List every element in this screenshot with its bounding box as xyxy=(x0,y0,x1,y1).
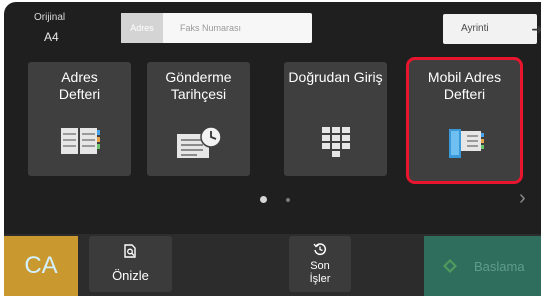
recent-jobs-label: Son İşler xyxy=(309,260,331,285)
address-button[interactable]: Adres xyxy=(121,13,163,43)
start-diamond-icon xyxy=(442,258,458,277)
tile-label: Mobil Adres Defteri xyxy=(427,69,502,102)
recent-jobs-button[interactable]: Son İşler xyxy=(289,236,351,292)
detail-button[interactable]: Ayrinti ➜ xyxy=(443,14,541,44)
tile-mobile-address-book[interactable]: Mobil Adres Defteri xyxy=(406,57,523,184)
tile-send-history[interactable]: Gönderme Tarihçesi xyxy=(147,62,250,176)
keypad-icon xyxy=(284,126,387,162)
tile-address-book[interactable]: Adres Defteri xyxy=(28,62,131,176)
start-button[interactable]: Baslama xyxy=(424,236,541,296)
fax-screen: Orijinal A4 Adres Ayrinti ➜ Adres Defter… xyxy=(4,2,541,296)
fax-number-input[interactable] xyxy=(163,13,312,43)
original-label: Orijinal xyxy=(34,12,66,23)
bottom-action-bar: CA Önizle Son İşler Baslama xyxy=(4,234,541,296)
mobile-address-book-icon xyxy=(409,126,520,162)
detail-label: Ayrinti xyxy=(461,23,489,34)
page-indicator-dot-active xyxy=(260,196,267,203)
page-indicator-dot xyxy=(286,198,290,202)
preview-button[interactable]: Önizle xyxy=(89,236,172,292)
tile-direct-entry[interactable]: Doğrudan Giriş xyxy=(284,62,387,176)
fax-destination-bar: Adres xyxy=(121,13,312,43)
send-history-icon xyxy=(147,126,250,162)
arrow-right-icon: ➜ xyxy=(531,21,541,37)
address-book-icon xyxy=(28,126,131,162)
preview-label: Önizle xyxy=(112,268,149,283)
start-label: Baslama xyxy=(474,259,525,274)
tile-label: Doğrudan Giriş xyxy=(288,69,383,85)
clear-all-button[interactable]: CA xyxy=(4,236,78,296)
history-icon xyxy=(313,242,327,261)
preview-icon xyxy=(124,244,137,263)
tile-label: Gönderme Tarihçesi xyxy=(165,69,232,102)
tile-label: Adres Defteri xyxy=(58,69,101,102)
chevron-right-icon[interactable]: › xyxy=(519,187,526,210)
original-size-value: A4 xyxy=(44,30,59,44)
original-size-indicator[interactable]: Orijinal A4 xyxy=(8,8,108,50)
